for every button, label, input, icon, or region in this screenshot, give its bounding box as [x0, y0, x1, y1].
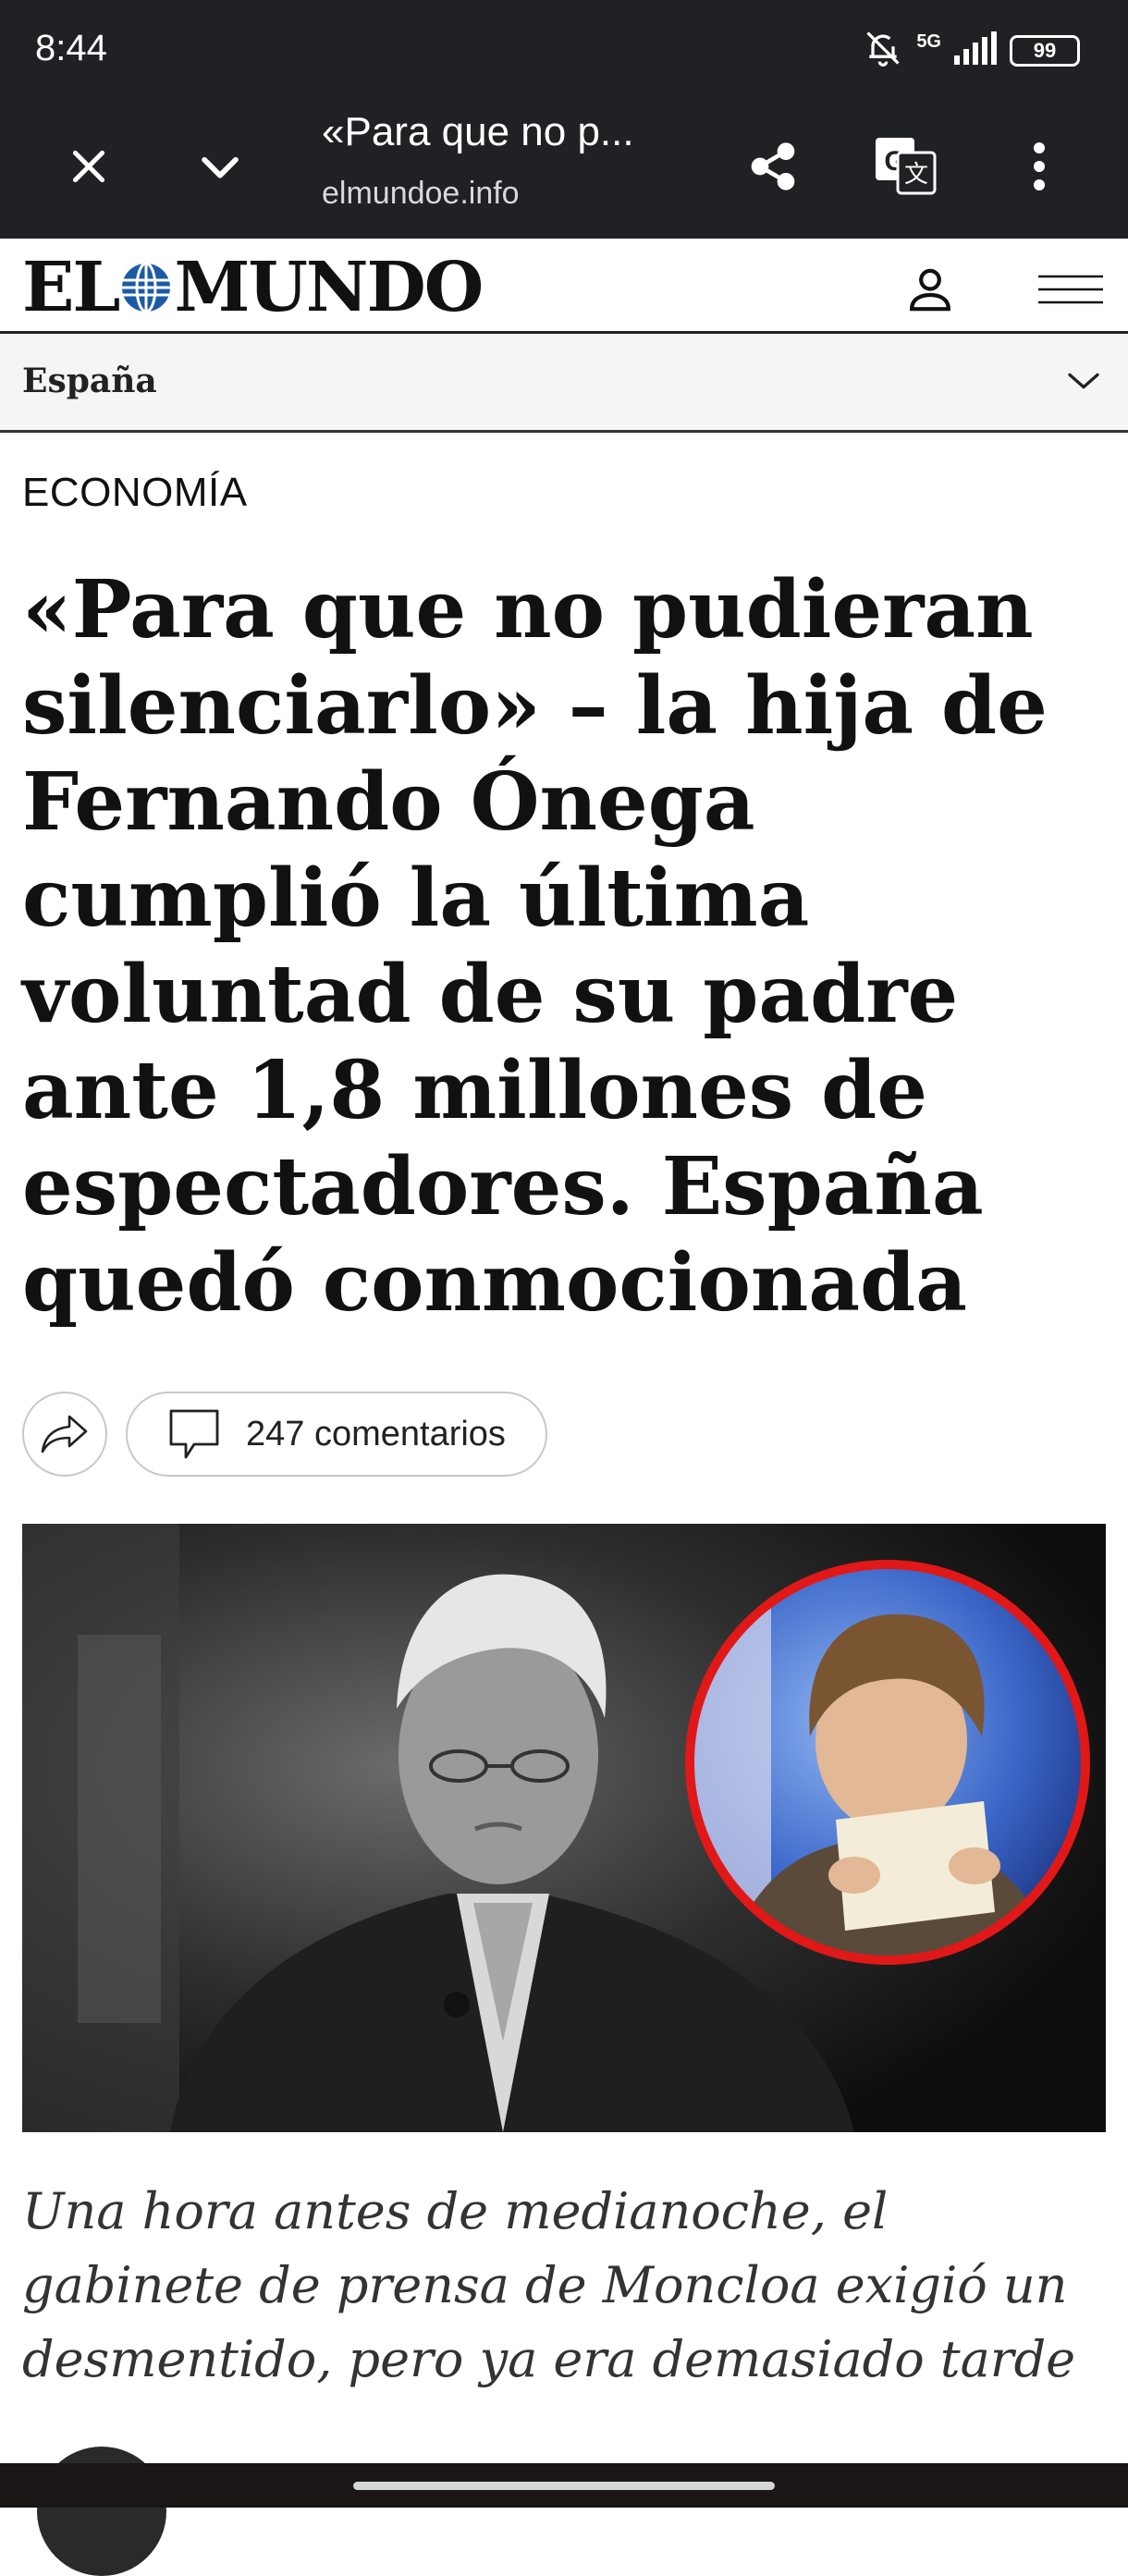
- share-article-button[interactable]: [22, 1392, 107, 1477]
- status-time: 8:44: [35, 28, 107, 68]
- page-title[interactable]: «Para que no p...: [322, 109, 634, 155]
- menu-button[interactable]: [1034, 257, 1108, 322]
- comment-icon: [169, 1409, 219, 1459]
- network-label: 5G: [916, 31, 941, 52]
- gesture-handle[interactable]: [353, 2482, 775, 2490]
- status-icons: 5G 99: [863, 28, 1080, 73]
- expand-button[interactable]: [178, 124, 263, 209]
- logo-text-left: EL: [22, 248, 120, 327]
- svg-text:文: 文: [904, 160, 928, 188]
- user-icon: [910, 268, 950, 312]
- share-icon: [751, 142, 795, 190]
- more-options-button[interactable]: [997, 124, 1082, 209]
- page-url[interactable]: elmundoe.info: [322, 176, 520, 212]
- system-navigation-bar: [0, 2463, 1128, 2508]
- status-bar: 8:44 5G 99: [0, 0, 1128, 102]
- photo-illustration: [22, 1524, 1106, 2132]
- battery-level: 99: [1033, 38, 1057, 62]
- browser-toolbar: «Para que no p... elmundoe.info G 文: [0, 102, 1128, 239]
- translate-icon: G 文: [876, 138, 937, 195]
- battery-icon: 99: [1010, 34, 1080, 67]
- share-arrow-icon: [41, 1415, 88, 1454]
- user-account-button[interactable]: [893, 251, 967, 325]
- site-logo[interactable]: EL MUNDO: [22, 248, 484, 327]
- section-selector[interactable]: España: [0, 334, 1128, 433]
- share-button[interactable]: [730, 124, 815, 209]
- article-photo: [22, 1524, 1106, 2132]
- site-header: EL MUNDO: [0, 239, 1128, 334]
- comments-count: 247 comentarios: [246, 1414, 506, 1454]
- close-icon: [72, 150, 105, 183]
- signal-icon: [954, 31, 997, 69]
- globe-icon: [122, 262, 171, 313]
- logo-text-right: MUNDO: [174, 248, 484, 327]
- close-button[interactable]: [46, 124, 131, 209]
- comments-button[interactable]: 247 comentarios: [126, 1392, 547, 1477]
- photo-caption: Una hora antes de medianoche, el gabinet…: [22, 2182, 1076, 2388]
- more-vert-icon: [1034, 142, 1045, 190]
- article-headline: «Para que no pudieran silenciarlo» – la …: [22, 563, 1048, 1330]
- translate-button[interactable]: G 文: [864, 124, 949, 209]
- chevron-down-icon: [1068, 373, 1099, 389]
- chevron-down-icon: [202, 156, 239, 178]
- article-section-kicker[interactable]: ECONOMÍA: [22, 470, 248, 516]
- section-label: España: [22, 362, 157, 400]
- bell-off-icon: [863, 28, 903, 73]
- menu-icon: [1038, 275, 1103, 304]
